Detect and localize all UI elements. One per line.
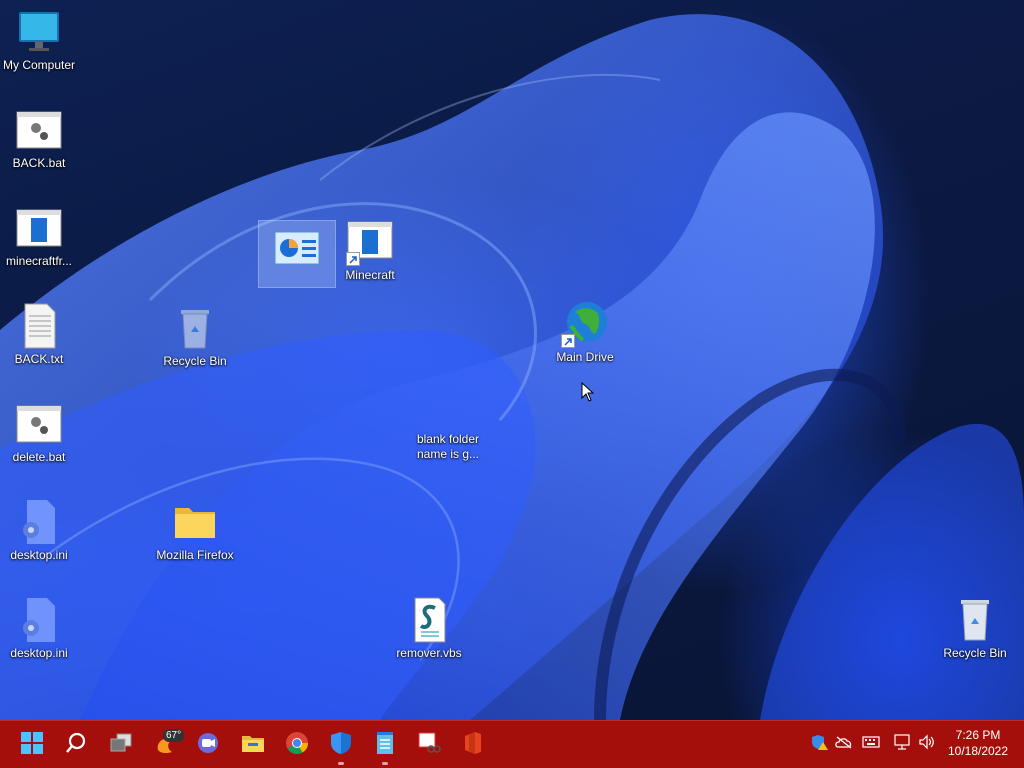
- task-view-icon: [109, 732, 133, 759]
- desktop-icon-label: Recycle Bin: [163, 354, 227, 368]
- file-explorer-icon: [241, 732, 265, 759]
- keyboard-button[interactable]: [861, 735, 881, 753]
- desktop-icon-minecraft[interactable]: Minecraft: [330, 218, 410, 283]
- defender-button[interactable]: [325, 729, 357, 765]
- desktop-icon-my-computer[interactable]: My Computer: [0, 8, 79, 73]
- start-button[interactable]: [16, 729, 48, 761]
- desktop-icon-main-drive[interactable]: Main Drive: [545, 300, 625, 365]
- desktop-icon-label: minecraftfr...: [5, 254, 73, 268]
- snipping-tool-icon: [417, 731, 441, 760]
- search-icon: [65, 732, 87, 759]
- text-file-icon: [15, 302, 63, 350]
- blank-icon: [424, 382, 472, 430]
- desktop-icon-label: BACK.txt: [14, 352, 64, 366]
- running-indicator: [382, 762, 388, 765]
- desktop-icon-label: blank folder name is g...: [416, 432, 480, 461]
- desktop-icon-mozilla-firefox[interactable]: Mozilla Firefox: [155, 498, 235, 563]
- settings-file-icon: [15, 596, 63, 644]
- shortcut-arrow-icon: [561, 334, 575, 348]
- shortcut-arrow-icon: [346, 252, 360, 266]
- notepad-icon: [374, 731, 396, 760]
- desktop-icon-label: remover.vbs: [396, 646, 462, 660]
- clock-date: 10/18/2022: [947, 744, 1009, 758]
- desktop-icon-recycle-bin-2[interactable]: Recycle Bin: [935, 596, 1015, 661]
- desktop-icon-blank-folder[interactable]: blank folder name is g...: [408, 382, 488, 462]
- batch-file-icon: [15, 106, 63, 154]
- desktop-icon-label: BACK.bat: [12, 156, 66, 170]
- desktop-icon-delete-bat[interactable]: delete.bat: [0, 400, 79, 465]
- desktop-icon-label: Minecraft: [345, 268, 395, 282]
- office-icon: [463, 731, 483, 760]
- search-button[interactable]: [60, 729, 92, 761]
- app-shortcut-icon: [346, 218, 394, 266]
- security-warning-icon: [811, 734, 829, 755]
- desktop[interactable]: My Computer BACK.bat minecraftfr... BACK…: [0, 0, 1024, 720]
- defender-icon: [330, 731, 352, 760]
- monitor-icon: [15, 8, 63, 56]
- desktop-icon-minecraftfr[interactable]: minecraftfr...: [0, 204, 79, 269]
- network-icon: [893, 733, 911, 755]
- desktop-icon-back-txt[interactable]: BACK.txt: [0, 302, 79, 367]
- file-explorer-button[interactable]: [237, 729, 269, 761]
- clock-time: 7:26 PM: [955, 728, 1001, 742]
- running-indicator: [338, 762, 344, 765]
- desktop-icon-back-bat[interactable]: BACK.bat: [0, 106, 79, 171]
- desktop-icon-label: desktop.ini: [10, 646, 68, 660]
- control-panel-icon: [273, 226, 321, 274]
- desktop-icon-label: Main Drive: [556, 350, 614, 364]
- desktop-icon-desktop-ini-1[interactable]: desktop.ini: [0, 498, 79, 563]
- weather-temperature: 67°: [163, 729, 185, 742]
- desktop-icon-desktop-ini-2[interactable]: desktop.ini: [0, 596, 79, 661]
- office-button[interactable]: [457, 729, 489, 761]
- desktop-icon-label: desktop.ini: [10, 548, 68, 562]
- onedrive-button[interactable]: [834, 735, 854, 753]
- desktop-icon-control-panel[interactable]: [257, 226, 337, 276]
- start-icon: [21, 731, 43, 759]
- settings-file-icon: [15, 498, 63, 546]
- desktop-icon-label: My Computer: [2, 58, 76, 72]
- desktop-icon-label: delete.bat: [12, 450, 66, 464]
- keyboard-icon: [862, 735, 880, 753]
- globe-icon: [561, 300, 609, 348]
- volume-button[interactable]: [917, 734, 937, 755]
- recycle-bin-icon: [171, 304, 219, 352]
- task-view-button[interactable]: [105, 729, 137, 761]
- app-window-icon: [15, 204, 63, 252]
- snipping-tool-button[interactable]: [413, 729, 445, 761]
- batch-file-icon: [15, 400, 63, 448]
- desktop-icon-label: Mozilla Firefox: [156, 548, 234, 562]
- chrome-button[interactable]: [281, 729, 313, 761]
- security-warning-button[interactable]: [810, 734, 830, 755]
- mouse-cursor-icon: [581, 381, 595, 407]
- desktop-icon-remover-vbs[interactable]: remover.vbs: [389, 596, 469, 661]
- onedrive-icon: [835, 735, 853, 754]
- wallpaper: [0, 14, 1024, 720]
- network-button[interactable]: [892, 733, 912, 755]
- chat-button[interactable]: [192, 729, 224, 761]
- system-clock[interactable]: 7:26 PM 10/18/2022: [942, 727, 1014, 759]
- folder-icon: [171, 498, 219, 546]
- recycle-bin-icon: [951, 596, 999, 644]
- desktop-icon-label: Recycle Bin: [943, 646, 1007, 660]
- volume-icon: [918, 734, 936, 755]
- notepad-button[interactable]: [369, 729, 401, 765]
- desktop-icon-recycle-bin-1[interactable]: Recycle Bin: [155, 304, 235, 369]
- script-file-icon: [405, 596, 453, 644]
- chrome-icon: [285, 731, 309, 760]
- chat-icon: [196, 732, 220, 759]
